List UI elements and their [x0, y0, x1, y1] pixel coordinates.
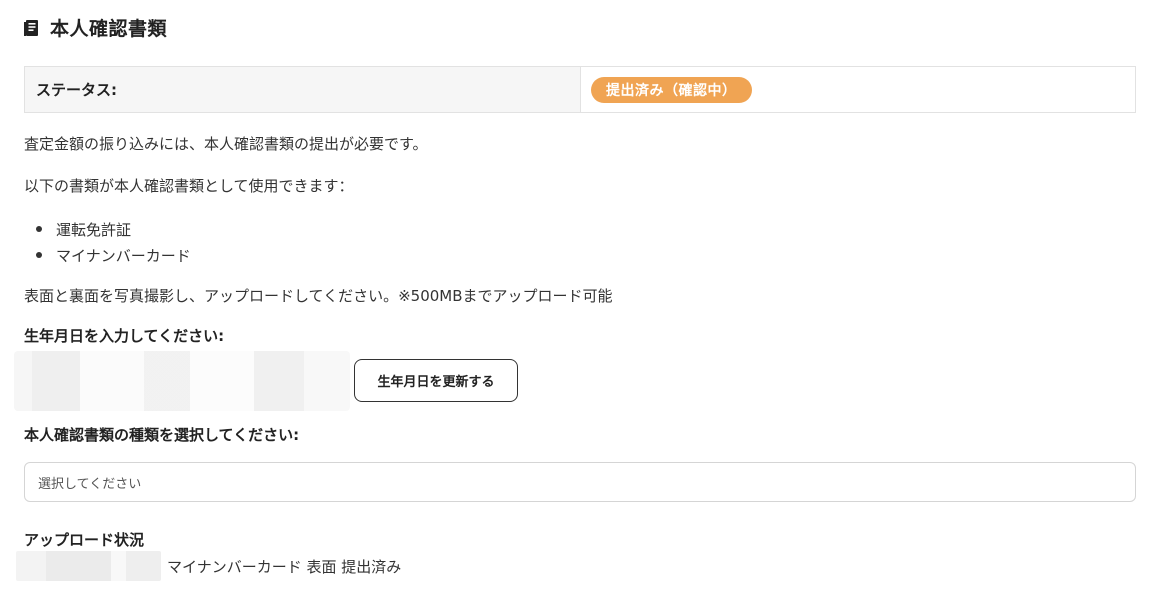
- bullet-icon: [36, 226, 42, 232]
- doc-name: マイナンバーカード: [56, 246, 191, 265]
- status-value-cell: 提出済み（確認中）: [581, 67, 1135, 112]
- list-item: マイナンバーカード: [36, 242, 191, 268]
- doc-type-selected-value: 選択してください: [38, 476, 142, 492]
- page-title: 本人確認書類: [50, 18, 168, 40]
- doc-type-select[interactable]: 選択してください: [24, 462, 1136, 502]
- status-badge: 提出済み（確認中）: [591, 76, 752, 103]
- birthdate-label: 生年月日を入力してください:: [24, 327, 225, 345]
- upload-status-row: マイナンバーカード 表面 提出済み: [16, 551, 401, 581]
- list-item: 運転免許証: [36, 216, 191, 242]
- doc-type-label: 本人確認書類の種類を選択してください:: [24, 426, 300, 444]
- usable-docs-heading: 以下の書類が本人確認書類として使用できます：: [24, 177, 354, 195]
- birthdate-inputs-redacted[interactable]: [14, 351, 350, 411]
- usable-docs-list: 運転免許証 マイナンバーカード: [36, 216, 191, 268]
- doc-name: 運転免許証: [56, 220, 132, 239]
- upload-status-label: アップロード状況: [24, 531, 145, 549]
- section-heading: 本人確認書類: [24, 14, 167, 41]
- document-icon: [24, 19, 40, 37]
- uploaded-image-thumbnail-redacted: [16, 551, 161, 581]
- upload-status-text: マイナンバーカード 表面 提出済み: [167, 557, 402, 576]
- status-table: ステータス: 提出済み（確認中）: [24, 66, 1136, 113]
- update-birthdate-button[interactable]: 生年月日を更新する: [354, 359, 518, 402]
- bullet-icon: [36, 252, 42, 258]
- intro-text: 査定金額の振り込みには、本人確認書類の提出が必要です。: [24, 135, 428, 153]
- identity-documents-panel: 本人確認書類 ステータス: 提出済み（確認中） 査定金額の振り込みには、本人確認…: [0, 0, 1161, 611]
- status-label: ステータス:: [25, 67, 581, 112]
- photo-instruction: 表面と裏面を写真撮影し、アップロードしてください。※500MBまでアップロード可…: [24, 287, 613, 305]
